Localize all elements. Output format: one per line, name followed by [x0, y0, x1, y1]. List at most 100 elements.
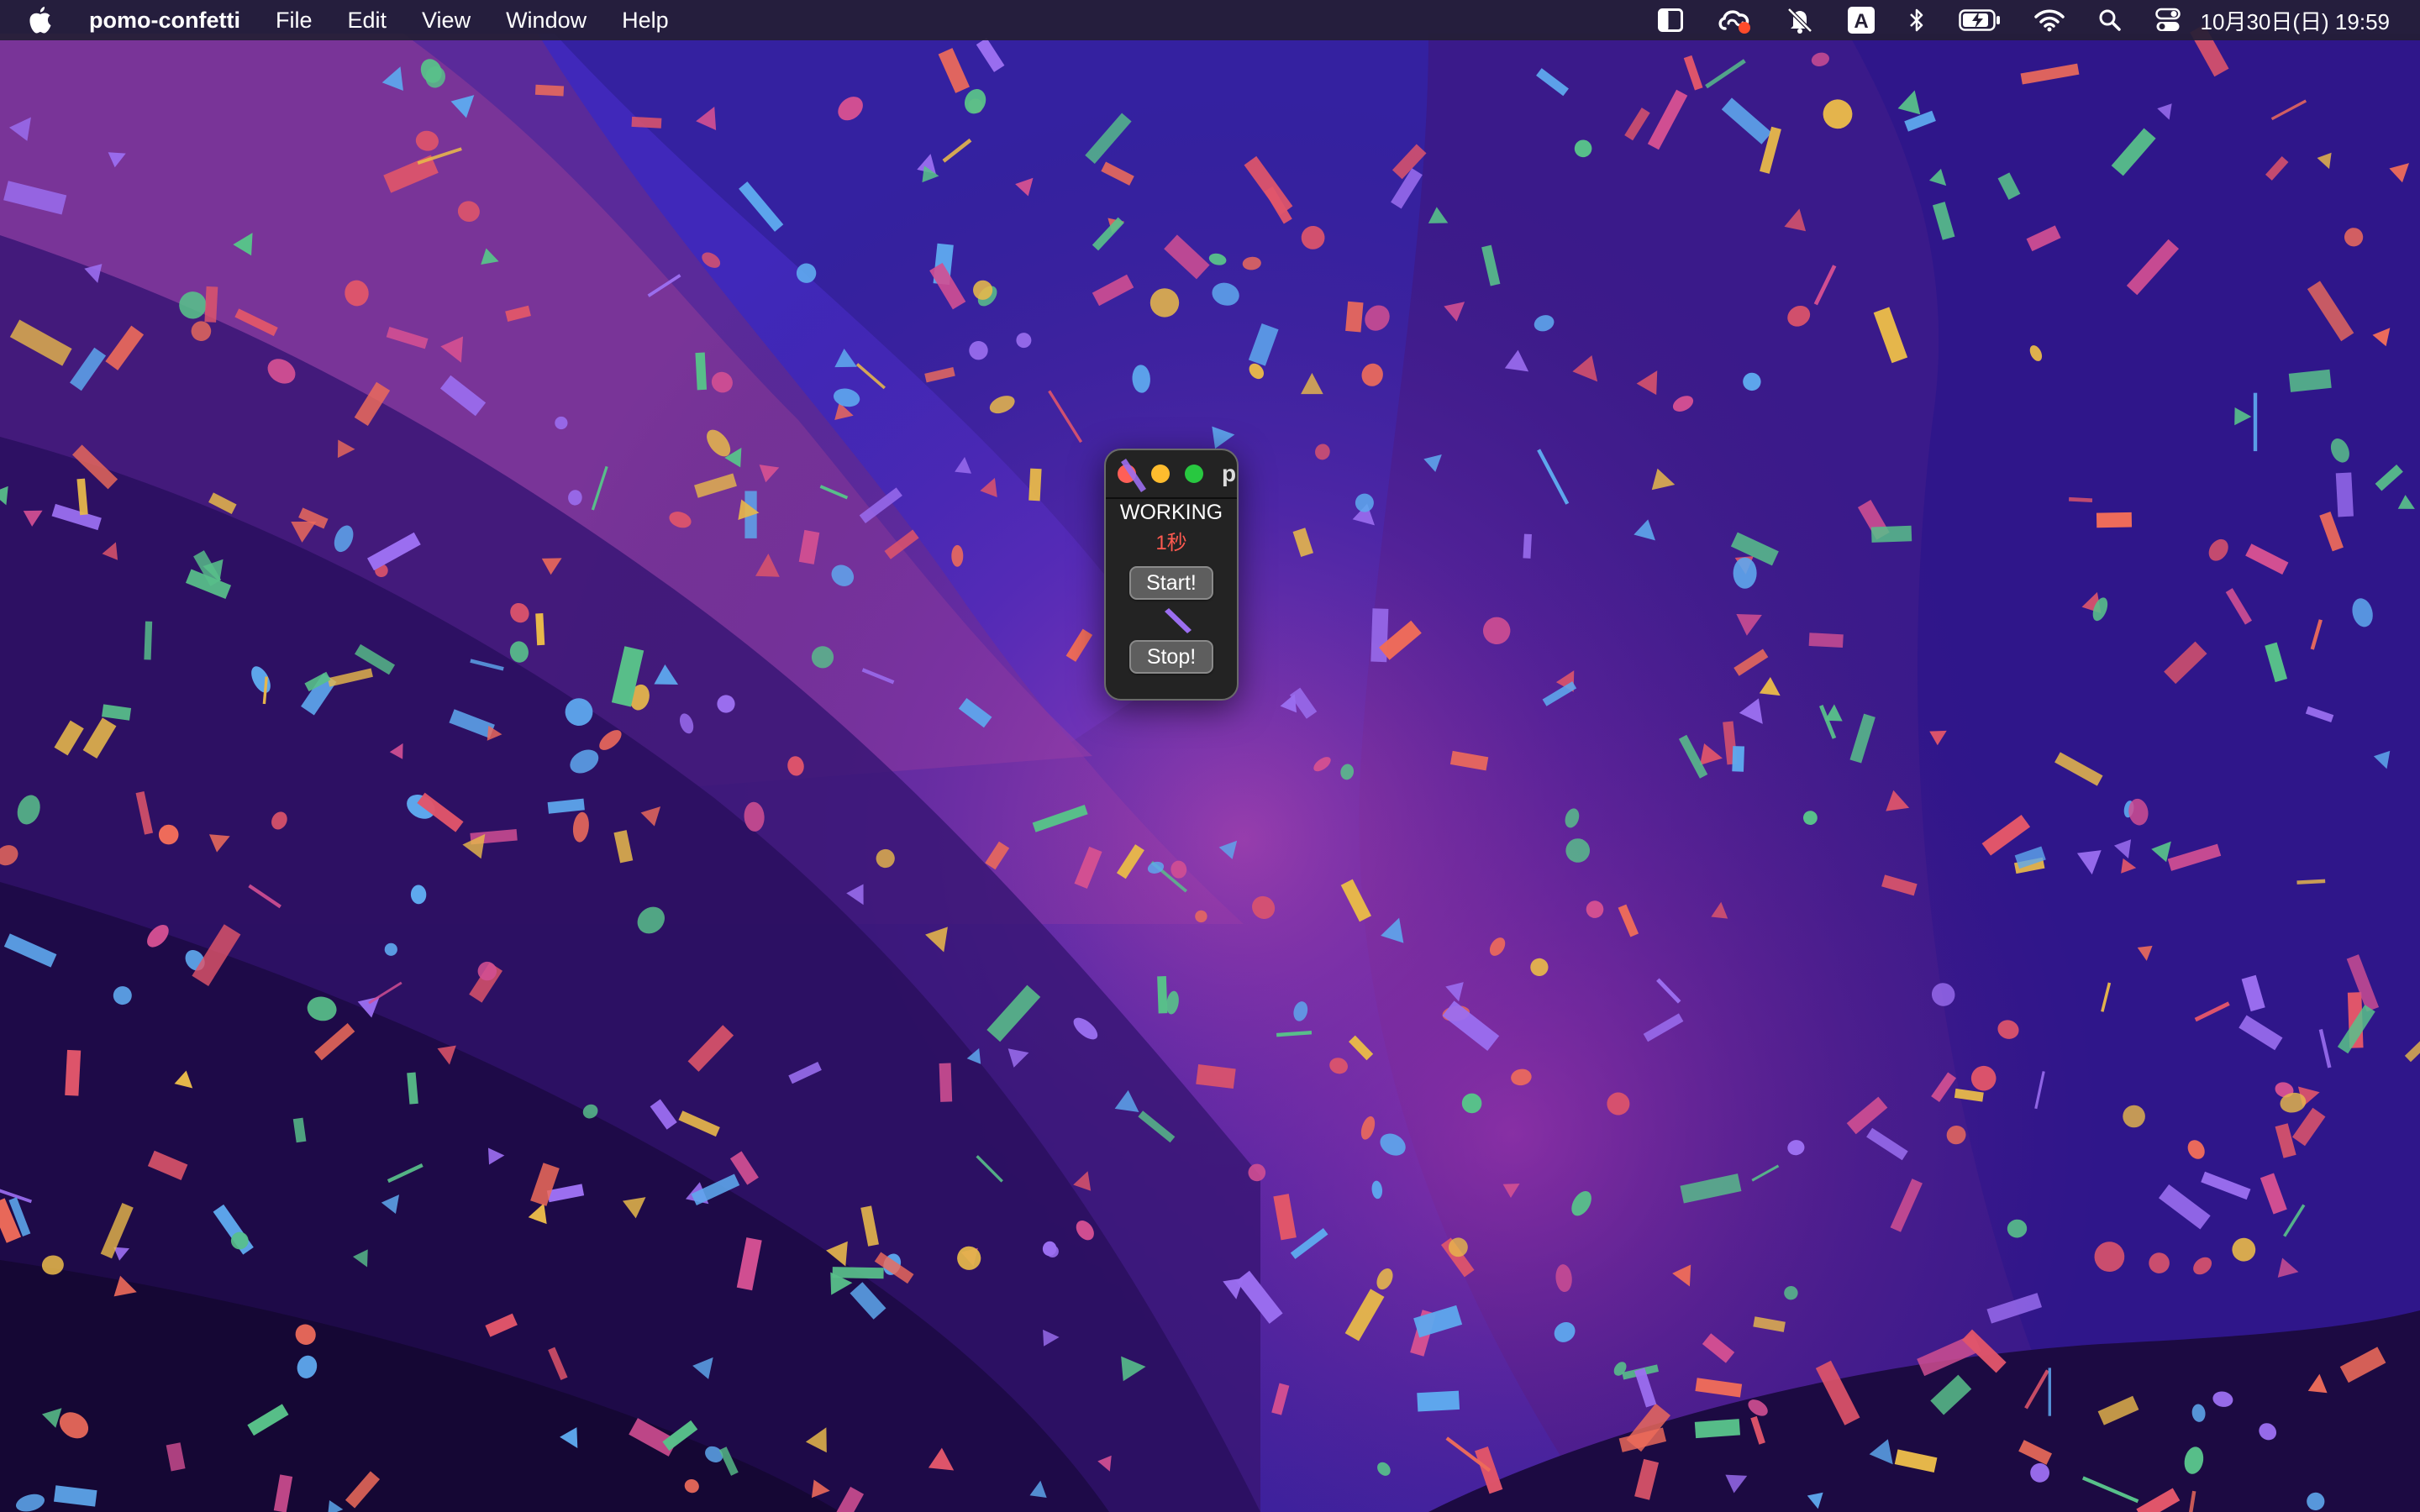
menu-file[interactable]: File — [276, 8, 313, 34]
confetti-piece — [1428, 207, 1449, 223]
confetti-piece — [669, 512, 692, 528]
confetti-piece — [1970, 1065, 1996, 1091]
confetti-piece — [1733, 557, 1757, 589]
apple-icon[interactable] — [29, 6, 54, 34]
creative-cloud-icon[interactable] — [1717, 0, 1752, 40]
confetti-piece — [1873, 307, 1908, 364]
confetti-piece — [1634, 1458, 1660, 1500]
confetti-piece — [3, 181, 67, 215]
zoom-button[interactable] — [1185, 465, 1203, 483]
confetti-piece — [711, 371, 733, 393]
confetti-piece — [838, 97, 863, 121]
confetti-piece — [1048, 390, 1083, 444]
confetti-piece — [2068, 496, 2093, 503]
menu-view[interactable]: View — [422, 8, 471, 34]
minimize-button[interactable] — [1151, 465, 1170, 483]
menu-window[interactable]: Window — [506, 8, 587, 34]
control-center-icon[interactable] — [2154, 0, 2181, 40]
confetti-piece — [2307, 1373, 2328, 1394]
confetti-piece — [2372, 328, 2391, 347]
confetti-piece — [248, 884, 281, 909]
confetti-piece — [964, 89, 986, 114]
confetti-piece — [1700, 743, 1723, 765]
confetti-piece — [337, 439, 355, 459]
confetti-piece — [2277, 1257, 2299, 1278]
confetti-piece — [1537, 449, 1570, 505]
confetti-piece — [2208, 538, 2228, 561]
confetti-piece — [1554, 1321, 1576, 1342]
confetti-piece — [1344, 1289, 1385, 1341]
confetti-piece — [2241, 974, 2265, 1012]
confetti-piece — [2259, 1423, 2277, 1441]
menu-bar-clock[interactable]: 10月30日(日) 19:59 — [2201, 5, 2390, 36]
window-titlebar[interactable]: p — [1106, 450, 1237, 499]
confetti-piece — [381, 1194, 400, 1215]
menu-help[interactable]: Help — [622, 8, 669, 34]
confetti-piece — [2307, 281, 2354, 342]
start-button[interactable]: Start! — [1129, 566, 1213, 600]
confetti-piece — [687, 1025, 734, 1072]
confetti-piece — [2137, 945, 2153, 961]
confetti-piece — [1361, 363, 1383, 386]
battery-icon[interactable] — [1958, 0, 2001, 40]
input-source-icon[interactable]: A — [1847, 0, 1875, 40]
confetti-piece — [174, 1070, 193, 1089]
app-menu[interactable]: pomo-confetti — [89, 8, 240, 34]
confetti-piece — [2076, 850, 2102, 875]
confetti-piece — [1349, 1035, 1374, 1061]
confetti-piece — [158, 824, 179, 845]
confetti-piece — [2373, 750, 2391, 769]
confetti-piece — [568, 490, 582, 506]
confetti-piece — [1413, 1305, 1463, 1338]
confetti-piece — [1759, 677, 1781, 696]
confetti-piece — [2184, 1446, 2204, 1474]
confetti-piece — [440, 336, 464, 363]
confetti-piece — [695, 352, 708, 391]
confetti-piece — [2094, 1242, 2125, 1272]
confetti-piece — [386, 327, 429, 349]
bluetooth-icon[interactable] — [1908, 0, 1925, 40]
confetti-piece — [1276, 1030, 1313, 1037]
confetti-piece — [1482, 617, 1511, 644]
confetti-piece — [368, 981, 402, 1005]
confetti-piece — [535, 612, 545, 646]
confetti-piece — [1530, 958, 1549, 977]
menu-edit[interactable]: Edit — [348, 8, 387, 34]
confetti-piece — [1165, 608, 1192, 633]
confetti-piece — [297, 1355, 318, 1378]
confetti-piece — [1811, 52, 1829, 66]
close-button[interactable] — [1118, 465, 1136, 483]
confetti-piece — [1248, 323, 1279, 366]
confetti-piece — [702, 252, 721, 268]
confetti-piece — [955, 456, 972, 474]
confetti-piece — [1138, 1110, 1176, 1143]
confetti-piece — [2149, 1252, 2170, 1273]
confetti-piece — [2291, 1107, 2326, 1147]
confetti-piece — [831, 564, 855, 586]
confetti-piece — [989, 396, 1015, 414]
confetti-piece — [367, 532, 421, 571]
confetti-piece — [692, 1357, 713, 1379]
confetti-piece — [2375, 464, 2403, 491]
confetti-piece — [1293, 1001, 1308, 1021]
confetti-piece — [1636, 370, 1658, 396]
confetti-piece — [640, 806, 661, 827]
confetti-piece — [986, 984, 1041, 1042]
stop-button[interactable]: Stop! — [1129, 640, 1213, 674]
confetti-piece — [1076, 1221, 1094, 1241]
confetti-piece — [1212, 282, 1239, 306]
confetti-piece — [957, 1246, 981, 1270]
confetti-piece — [1954, 1088, 1984, 1102]
confetti-piece — [1813, 265, 1837, 306]
sidebar-icon[interactable] — [1657, 0, 1683, 40]
confetti-piece — [1651, 468, 1676, 491]
notification-icon[interactable] — [1786, 0, 1814, 40]
confetti-piece — [352, 1249, 368, 1268]
wifi-icon[interactable] — [2033, 0, 2065, 40]
confetti-piece — [387, 1163, 424, 1184]
confetti-piece — [1101, 161, 1134, 186]
confetti-piece — [679, 713, 694, 734]
confetti-piece — [2253, 392, 2258, 452]
confetti-piece — [969, 341, 988, 360]
spotlight-search-icon[interactable] — [2098, 0, 2122, 40]
